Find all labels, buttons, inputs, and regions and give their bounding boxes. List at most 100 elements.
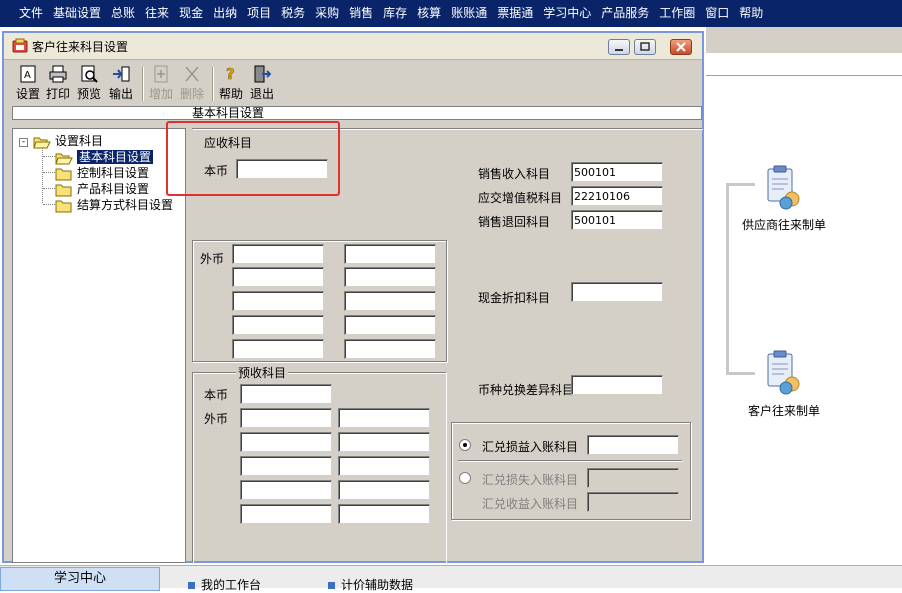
sales-return-label: 销售退回科目	[478, 215, 551, 229]
supplier-voucher-label[interactable]: 供应商往来制单	[742, 216, 826, 233]
delete-button[interactable]: 删除	[178, 65, 206, 103]
menu-cashier[interactable]: 出纳	[208, 0, 242, 27]
receivable-foreign-input-4[interactable]	[344, 267, 436, 287]
receivable-foreign-input-5[interactable]	[232, 291, 324, 311]
minimize-icon	[615, 49, 623, 51]
prepaid-foreign-input-6[interactable]	[338, 456, 430, 476]
cash-discount-label: 现金折扣科目	[478, 291, 551, 305]
receivable-foreign-input-9[interactable]	[232, 339, 324, 359]
prepaid-foreign-input-7[interactable]	[240, 480, 332, 500]
menu-project[interactable]: 项目	[242, 0, 276, 27]
receivable-foreign-input-8[interactable]	[344, 315, 436, 335]
customer-voucher-icon[interactable]	[760, 350, 804, 396]
help-label: 帮助	[218, 87, 243, 101]
receivable-foreign-input-3[interactable]	[232, 267, 324, 287]
fx-gain-input[interactable]	[587, 492, 679, 512]
help-button[interactable]: ? 帮助	[217, 65, 245, 103]
menu-product-service[interactable]: 产品服务	[596, 0, 654, 27]
menu-basic-settings[interactable]: 基础设置	[48, 0, 106, 27]
menu-inventory[interactable]: 库存	[378, 0, 412, 27]
collapse-toggle[interactable]: -	[19, 138, 28, 147]
prepaid-foreign-input-1[interactable]	[240, 408, 332, 428]
prepaid-foreign-input-5[interactable]	[240, 456, 332, 476]
prepaid-local-input[interactable]	[240, 384, 332, 404]
receivable-foreign-input-1[interactable]	[232, 244, 324, 264]
receivable-foreign-input-7[interactable]	[232, 315, 324, 335]
menu-window[interactable]: 窗口	[700, 0, 734, 27]
add-button[interactable]: 增加	[147, 65, 175, 103]
cash-discount-input[interactable]	[571, 282, 663, 302]
receivable-foreign-label: 外币	[200, 252, 225, 266]
prepaid-foreign-input-2[interactable]	[338, 408, 430, 428]
add-label: 增加	[148, 87, 173, 101]
menu-purchase[interactable]: 采购	[310, 0, 344, 27]
menu-piaojutong[interactable]: 票据通	[492, 0, 538, 27]
tree-item-product-accounts[interactable]: 产品科目设置	[55, 181, 149, 197]
fx-loss-input[interactable]	[587, 468, 679, 488]
close-button[interactable]	[670, 39, 692, 55]
learning-center-tab[interactable]: 学习中心	[0, 567, 160, 591]
menu-file[interactable]: 文件	[0, 0, 48, 27]
print-button[interactable]: 打印	[44, 65, 72, 103]
export-icon	[113, 66, 130, 82]
minimize-button[interactable]	[608, 39, 630, 55]
fx-gain-label: 汇兑收益入账科目	[482, 497, 579, 511]
prepaid-foreign-input-10[interactable]	[338, 504, 430, 524]
tree-item-label: 产品科目设置	[77, 182, 150, 196]
receivable-foreign-input-6[interactable]	[344, 291, 436, 311]
my-workbench-link[interactable]: 我的工作台	[188, 576, 261, 593]
pricing-data-link[interactable]: 计价辅助数据	[328, 576, 413, 593]
fx-diff-input[interactable]	[571, 375, 663, 395]
tree-item-control-accounts[interactable]: 控制科目设置	[55, 165, 149, 181]
bullet-icon	[328, 582, 335, 589]
output-vat-input[interactable]: 22210106	[571, 186, 663, 206]
restore-button[interactable]	[634, 39, 656, 55]
prepaid-foreign-input-3[interactable]	[240, 432, 332, 452]
highlight-box	[166, 121, 340, 196]
menu-work-circle[interactable]: 工作圈	[654, 0, 700, 27]
tree-item-basic-accounts[interactable]: 基本科目设置	[55, 149, 154, 165]
tree-item-settlement-accounts[interactable]: 结算方式科目设置	[55, 197, 173, 213]
prepaid-foreign-input-8[interactable]	[338, 480, 430, 500]
customer-voucher-label[interactable]: 客户往来制单	[748, 402, 820, 419]
breadcrumb-bar	[12, 106, 702, 120]
tree-root-label: 设置科目	[55, 134, 104, 148]
flow-connector	[726, 183, 755, 375]
print-icon	[49, 65, 67, 83]
prepaid-foreign-input-4[interactable]	[338, 432, 430, 452]
sales-return-input[interactable]: 500101	[571, 210, 663, 230]
print-label: 打印	[45, 87, 70, 101]
receivable-foreign-input-10[interactable]	[344, 339, 436, 359]
prepaid-foreign-input-9[interactable]	[240, 504, 332, 524]
setup-button[interactable]: A 设置	[14, 65, 42, 103]
preview-button[interactable]: 预览	[75, 65, 103, 103]
receivable-foreign-input-2[interactable]	[344, 244, 436, 264]
prepaid-foreign-label: 外币	[204, 412, 229, 426]
menu-help[interactable]: 帮助	[734, 0, 768, 27]
dialog-titlebar[interactable]: 客户往来科目设置	[4, 33, 702, 60]
menu-tax[interactable]: 税务	[276, 0, 310, 27]
menu-general-ledger[interactable]: 总账	[106, 0, 140, 27]
sales-revenue-input[interactable]: 500101	[571, 162, 663, 182]
tree-line	[43, 156, 55, 157]
delete-label: 删除	[179, 87, 204, 101]
output-vat-label: 应交增值税科目	[478, 191, 563, 205]
exit-button[interactable]: 退出	[248, 65, 276, 103]
menu-accounting[interactable]: 核算	[412, 0, 446, 27]
folder-icon	[55, 184, 72, 196]
menu-receivables[interactable]: 往来	[140, 0, 174, 27]
app-icon	[12, 38, 28, 53]
fx-gain-loss-radio[interactable]	[459, 439, 471, 451]
svg-text:A: A	[24, 70, 31, 81]
main-menubar: 文件 基础设置 总账 往来 现金 出纳 项目 税务 采购 销售 库存 核算 账账…	[0, 0, 902, 27]
menu-learning-center[interactable]: 学习中心	[538, 0, 596, 27]
menu-cash[interactable]: 现金	[174, 0, 208, 27]
fx-separate-radio[interactable]	[459, 472, 471, 484]
fx-gain-loss-input[interactable]	[587, 435, 679, 455]
close-icon	[676, 42, 686, 52]
menu-zhangzhangtong[interactable]: 账账通	[446, 0, 492, 27]
menu-sales[interactable]: 销售	[344, 0, 378, 27]
export-button[interactable]: 输出	[107, 65, 135, 103]
supplier-voucher-icon[interactable]	[760, 165, 804, 211]
tree-root-settings[interactable]: 设置科目	[33, 133, 103, 149]
